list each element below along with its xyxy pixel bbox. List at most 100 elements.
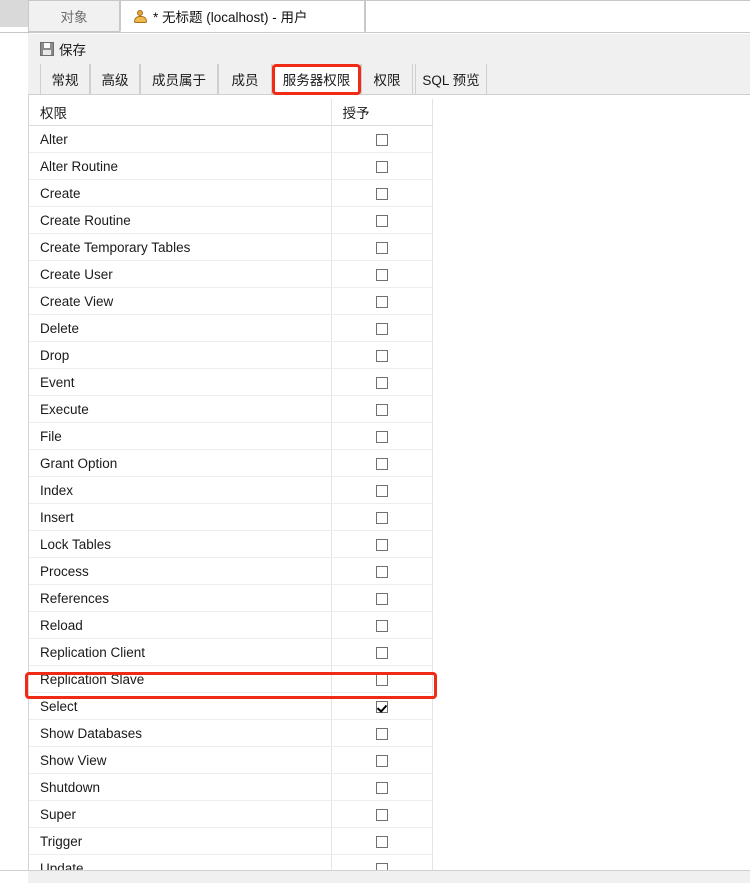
table-row[interactable]: Alter Routine (29, 152, 433, 180)
checkbox-unchecked[interactable] (375, 808, 388, 821)
grant-cell[interactable] (331, 692, 433, 720)
grant-cell[interactable] (331, 476, 433, 504)
table-row[interactable]: Show Databases (29, 719, 433, 747)
grant-cell[interactable] (331, 746, 433, 774)
grant-cell[interactable] (331, 206, 433, 234)
table-row[interactable]: Replication Client (29, 638, 433, 666)
table-row[interactable]: Lock Tables (29, 530, 433, 558)
privilege-name-cell: Alter Routine (29, 152, 332, 180)
privilege-name-cell: Create View (29, 287, 332, 315)
grant-cell[interactable] (331, 179, 433, 207)
grant-cell[interactable] (331, 503, 433, 531)
checkbox-checked[interactable] (375, 700, 388, 713)
window-tab-user[interactable]: * 无标题 (localhost) - 用户 (120, 0, 365, 32)
checkbox-unchecked[interactable] (375, 781, 388, 794)
table-row[interactable]: Drop (29, 341, 433, 369)
table-row[interactable]: Delete (29, 314, 433, 342)
column-header-privilege[interactable]: 权限 (29, 99, 332, 126)
grant-cell[interactable] (331, 287, 433, 315)
checkbox-unchecked[interactable] (375, 511, 388, 524)
table-row[interactable]: Execute (29, 395, 433, 423)
checkbox-unchecked[interactable] (375, 646, 388, 659)
grant-cell[interactable] (331, 449, 433, 477)
checkbox-unchecked[interactable] (375, 160, 388, 173)
checkbox-unchecked[interactable] (375, 403, 388, 416)
table-row[interactable]: Create View (29, 287, 433, 315)
grant-cell[interactable] (331, 530, 433, 558)
grant-cell[interactable] (331, 395, 433, 423)
table-row[interactable]: References (29, 584, 433, 612)
checkbox-unchecked[interactable] (375, 241, 388, 254)
table-row[interactable]: Select (29, 692, 433, 720)
grant-cell[interactable] (331, 800, 433, 828)
grant-cell[interactable] (331, 638, 433, 666)
checkbox-unchecked[interactable] (375, 214, 388, 227)
privilege-name-cell: Create User (29, 260, 332, 288)
grant-cell[interactable] (331, 260, 433, 288)
tab-member-of[interactable]: 成员属于 (140, 64, 218, 94)
table-row[interactable]: Create Temporary Tables (29, 233, 433, 261)
table-row[interactable]: Show View (29, 746, 433, 774)
tab-server-privileges[interactable]: 服务器权限 (272, 64, 361, 94)
checkbox-unchecked[interactable] (375, 457, 388, 470)
checkbox-unchecked[interactable] (375, 322, 388, 335)
table-row[interactable]: Trigger (29, 827, 433, 855)
table-row[interactable]: Insert (29, 503, 433, 531)
privilege-name-cell: Event (29, 368, 332, 396)
grant-cell[interactable] (331, 611, 433, 639)
grant-cell[interactable] (331, 152, 433, 180)
tab-sql-preview[interactable]: SQL 预览 (415, 64, 487, 94)
tab-general[interactable]: 常规 (40, 64, 90, 94)
checkbox-unchecked[interactable] (375, 592, 388, 605)
checkbox-unchecked[interactable] (375, 187, 388, 200)
table-row[interactable]: Create (29, 179, 433, 207)
table-row[interactable]: Alter (29, 125, 433, 153)
tab-privileges[interactable]: 权限 (361, 64, 413, 94)
table-row[interactable]: Grant Option (29, 449, 433, 477)
grant-cell[interactable] (331, 341, 433, 369)
table-row[interactable]: Event (29, 368, 433, 396)
checkbox-unchecked[interactable] (375, 430, 388, 443)
tab-members[interactable]: 成员 (218, 64, 272, 94)
checkbox-unchecked[interactable] (375, 376, 388, 389)
table-row[interactable]: Create User (29, 260, 433, 288)
checkbox-unchecked[interactable] (375, 538, 388, 551)
grant-cell[interactable] (331, 125, 433, 153)
grant-cell[interactable] (331, 422, 433, 450)
checkbox-unchecked[interactable] (375, 673, 388, 686)
checkbox-unchecked[interactable] (375, 133, 388, 146)
grant-cell[interactable] (331, 557, 433, 585)
table-row[interactable]: Shutdown (29, 773, 433, 801)
checkbox-unchecked[interactable] (375, 295, 388, 308)
table-row[interactable]: Replication Slave (29, 665, 433, 693)
grant-cell[interactable] (331, 368, 433, 396)
table-row[interactable]: Index (29, 476, 433, 504)
checkbox-unchecked[interactable] (375, 268, 388, 281)
grant-cell[interactable] (331, 773, 433, 801)
grant-cell[interactable] (331, 827, 433, 855)
table-row[interactable]: File (29, 422, 433, 450)
table-row[interactable]: Create Routine (29, 206, 433, 234)
checkbox-unchecked[interactable] (375, 754, 388, 767)
grant-cell[interactable] (331, 665, 433, 693)
checkbox-unchecked[interactable] (375, 835, 388, 848)
tab-advanced[interactable]: 高级 (90, 64, 140, 94)
grant-cell[interactable] (331, 233, 433, 261)
checkbox-unchecked[interactable] (375, 565, 388, 578)
grant-cell[interactable] (331, 719, 433, 747)
privilege-name-cell: Alter (29, 125, 332, 153)
column-header-grant[interactable]: 授予 (331, 99, 433, 126)
table-row[interactable]: Reload (29, 611, 433, 639)
checkbox-unchecked[interactable] (375, 619, 388, 632)
save-button[interactable]: 保存 (31, 37, 94, 61)
table-row[interactable]: Process (29, 557, 433, 585)
checkbox-unchecked[interactable] (375, 349, 388, 362)
window-tab-object[interactable]: 对象 (28, 0, 120, 32)
checkbox-unchecked[interactable] (375, 727, 388, 740)
grant-cell[interactable] (331, 584, 433, 612)
server-privileges-table: 权限 授予 Alter Alter Routine Create Create Rou… (29, 99, 433, 882)
grant-cell[interactable] (331, 314, 433, 342)
tab-members-label: 成员 (231, 73, 259, 88)
table-row[interactable]: Super (29, 800, 433, 828)
checkbox-unchecked[interactable] (375, 484, 388, 497)
